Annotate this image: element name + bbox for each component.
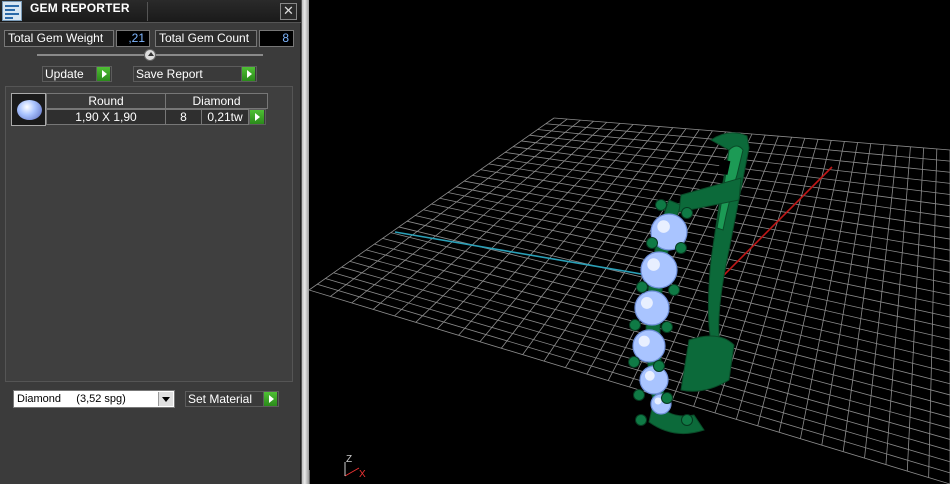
axis-label-x: X — [359, 469, 366, 480]
gem-material-header: Diamond — [165, 93, 268, 109]
set-material-button[interactable]: Set Material — [185, 391, 279, 407]
prong — [629, 319, 641, 331]
prong — [661, 392, 673, 404]
x-axis-indicator — [344, 467, 360, 477]
total-gem-count-label: Total Gem Count — [155, 30, 257, 47]
round-gem — [639, 365, 669, 395]
prong — [646, 237, 658, 249]
prong — [681, 414, 693, 426]
play-arrow-icon — [263, 392, 277, 406]
chevron-down-icon[interactable] — [158, 392, 173, 406]
gem-highlight — [647, 258, 660, 271]
grid-line — [928, 148, 938, 478]
round-gem — [640, 251, 678, 289]
prong — [635, 414, 647, 426]
grid-line — [317, 283, 950, 474]
gem-highlight — [638, 335, 650, 347]
prong — [668, 284, 680, 296]
3d-viewport[interactable]: Z X — [309, 0, 950, 484]
grid-line — [735, 139, 819, 420]
title-bar: GEM REPORTER ✕ — [0, 0, 301, 23]
grid-line — [821, 143, 872, 446]
gem-reporter-panel: GEM REPORTER ✕ Total Gem Weight ,21 Tota… — [0, 0, 301, 484]
play-arrow-icon — [250, 110, 264, 124]
floor-grid — [309, 117, 950, 484]
gem-highlight — [654, 397, 662, 405]
update-label: Update — [45, 67, 84, 81]
gem-highlight — [657, 220, 670, 233]
prong — [655, 199, 667, 211]
prong — [681, 207, 693, 219]
play-arrow-icon — [96, 67, 110, 81]
grid-line — [757, 140, 832, 426]
lower-bridge — [680, 335, 735, 392]
gem-size-cell: 1,90 X 1,90 — [46, 109, 166, 125]
gem-settings — [628, 199, 693, 426]
total-gem-weight-value: ,21 — [116, 30, 150, 47]
grid-line — [390, 232, 950, 374]
save-report-label: Save Report — [136, 67, 203, 81]
gem-row-select-button[interactable] — [249, 109, 266, 125]
close-icon: ✕ — [283, 3, 294, 18]
round-gem — [634, 290, 670, 326]
grid-line — [885, 146, 911, 465]
set-material-label: Set Material — [188, 392, 253, 406]
prong — [653, 360, 665, 372]
window-title: GEM REPORTER — [30, 1, 130, 15]
material-select[interactable]: Diamond (3,52 spg) — [13, 390, 175, 408]
axis-label-z: Z — [346, 454, 353, 465]
viewport-canvas — [309, 117, 950, 484]
prong — [633, 389, 645, 401]
grid-line — [864, 145, 898, 459]
total-gem-count-value: 8 — [259, 30, 294, 47]
gem-weight-cell: 0,21tw — [201, 109, 249, 125]
prong — [675, 242, 687, 254]
gem-reporter-app-icon — [2, 1, 22, 21]
gem-list: Round Diamond 1,90 X 1,90 8 0,21tw — [5, 86, 293, 382]
save-report-button[interactable]: Save Report — [133, 66, 257, 82]
grid-line — [906, 147, 924, 472]
prong — [628, 356, 640, 368]
prong — [636, 281, 648, 293]
gem-highlight — [640, 296, 653, 309]
panel-splitter[interactable] — [301, 0, 309, 484]
gem-shape-header: Round — [46, 93, 166, 109]
update-button[interactable]: Update — [42, 66, 112, 82]
round-gem-icon — [17, 100, 42, 120]
gem-highlight — [644, 370, 655, 381]
gem-count-cell: 8 — [165, 109, 202, 125]
round-gem — [632, 329, 666, 363]
title-separator — [147, 2, 148, 21]
total-gem-weight-label: Total Gem Weight — [4, 30, 114, 47]
close-button[interactable]: ✕ — [280, 3, 297, 20]
grid-line — [778, 141, 845, 433]
collapse-toggle-button[interactable] — [144, 49, 156, 61]
play-arrow-icon — [241, 67, 255, 81]
grid-line — [309, 289, 950, 484]
gem-thumbnail[interactable] — [11, 93, 46, 126]
grid-line — [842, 144, 885, 452]
prong — [661, 321, 673, 333]
material-select-value: Diamond (3,52 spg) — [17, 393, 126, 405]
